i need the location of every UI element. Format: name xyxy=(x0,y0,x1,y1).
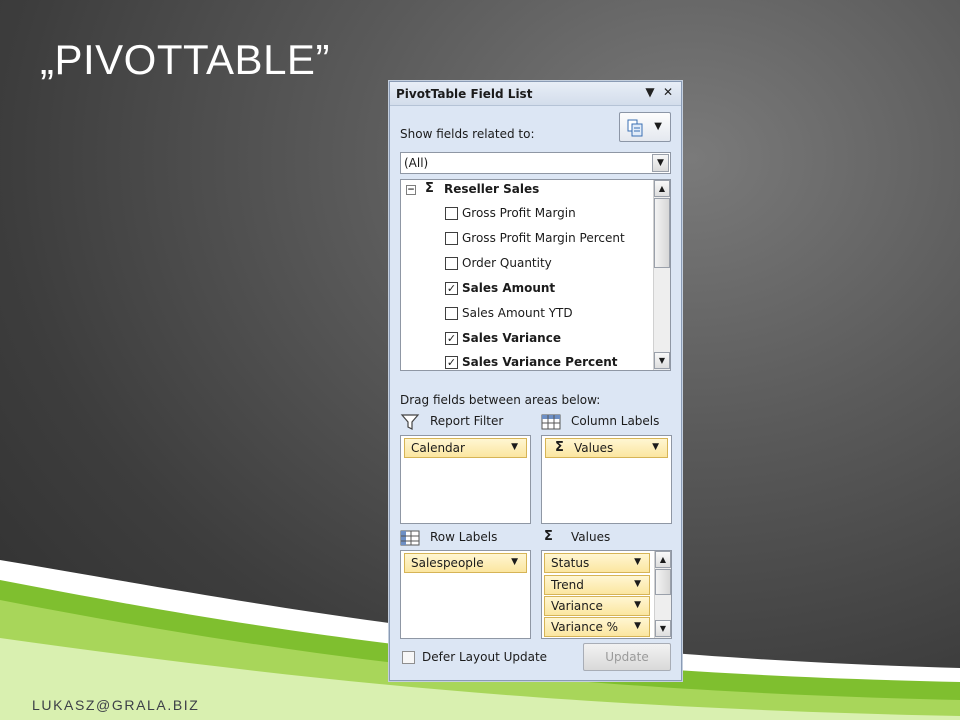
panel-menu-button[interactable]: ▼ xyxy=(642,85,658,99)
field-list-layout-icon xyxy=(627,119,643,137)
chevron-down-icon[interactable]: ▼ xyxy=(511,557,518,567)
values-heading: Σ Values xyxy=(541,529,671,547)
pill-variance-percent[interactable]: Variance % ▼ xyxy=(544,617,650,637)
field-label: Sales Variance Percent xyxy=(462,355,618,369)
pill-label: Calendar xyxy=(411,441,465,455)
chevron-down-icon: ▼ xyxy=(654,121,662,132)
values-area-scrollbar[interactable]: ▲ ▼ xyxy=(654,551,671,638)
tree-group-reseller-sales[interactable]: − Σ Reseller Sales xyxy=(401,180,653,202)
chevron-down-icon[interactable]: ▼ xyxy=(652,442,659,452)
pill-values[interactable]: Σ Values ▼ xyxy=(545,438,668,458)
pill-label: Trend xyxy=(551,578,584,592)
column-labels-area[interactable]: Σ Values ▼ xyxy=(541,435,672,524)
pill-calendar[interactable]: Calendar ▼ xyxy=(404,438,527,458)
row-grid-icon xyxy=(400,530,420,546)
tree-group-label: Reseller Sales xyxy=(444,182,540,196)
show-fields-select[interactable]: (All) ▼ xyxy=(400,152,671,174)
scroll-thumb[interactable] xyxy=(654,198,670,268)
show-fields-label: Show fields related to: xyxy=(400,127,535,141)
close-icon[interactable]: ✕ xyxy=(660,85,676,99)
field-label: Sales Amount xyxy=(462,281,556,295)
pill-label: Variance xyxy=(551,599,603,613)
chevron-down-icon[interactable]: ▼ xyxy=(652,154,669,172)
scroll-thumb[interactable] xyxy=(655,569,671,595)
pivottable-field-list-panel: PivotTable Field List ▼ ✕ Show fields re… xyxy=(389,81,682,681)
values-area[interactable]: Status ▼ Trend ▼ Variance ▼ Variance % ▼… xyxy=(541,550,672,639)
chevron-down-icon[interactable]: ▼ xyxy=(634,579,641,589)
chevron-down-icon[interactable]: ▼ xyxy=(511,442,518,452)
scroll-up-icon[interactable]: ▲ xyxy=(655,551,671,568)
pill-variance[interactable]: Variance ▼ xyxy=(544,596,650,616)
field-checkbox[interactable]: ✓ xyxy=(445,282,458,295)
pill-salespeople[interactable]: Salespeople ▼ xyxy=(404,553,527,573)
field-label: Gross Profit Margin xyxy=(462,206,576,220)
sigma-icon: Σ xyxy=(425,181,434,196)
field-tree-scrollbar[interactable]: ▲ ▼ xyxy=(653,180,670,370)
defer-layout-label: Defer Layout Update xyxy=(422,650,548,664)
column-labels-label: Column Labels xyxy=(571,414,660,428)
filter-icon xyxy=(400,414,420,430)
report-filter-area[interactable]: Calendar ▼ xyxy=(400,435,531,524)
row-labels-label: Row Labels xyxy=(430,530,498,544)
report-filter-heading: Report Filter xyxy=(400,413,530,431)
field-checkbox[interactable] xyxy=(445,232,458,245)
field-tree: − Σ Reseller Sales Gross Profit Margin G… xyxy=(400,179,671,371)
sigma-icon: Σ xyxy=(555,440,564,455)
row-labels-heading: Row Labels xyxy=(400,529,530,547)
panel-header: PivotTable Field List ▼ ✕ xyxy=(390,82,681,106)
footer-email: LUKASZ@GRALA.BIZ xyxy=(32,697,200,713)
field-checkbox[interactable] xyxy=(445,307,458,320)
pill-trend[interactable]: Trend ▼ xyxy=(544,575,650,595)
row-labels-area[interactable]: Salespeople ▼ xyxy=(400,550,531,639)
panel-title: PivotTable Field List xyxy=(396,87,533,101)
drag-fields-label: Drag fields between areas below: xyxy=(400,393,601,407)
report-filter-label: Report Filter xyxy=(430,414,504,428)
sigma-icon: Σ xyxy=(544,529,553,544)
field-checkbox[interactable] xyxy=(445,207,458,220)
scroll-down-icon[interactable]: ▼ xyxy=(655,620,671,637)
chevron-down-icon[interactable]: ▼ xyxy=(634,600,641,610)
column-grid-icon xyxy=(541,414,561,430)
show-fields-value: (All) xyxy=(404,156,429,170)
field-checkbox[interactable] xyxy=(445,257,458,270)
field-label: Sales Variance xyxy=(462,331,561,345)
chevron-down-icon[interactable]: ▼ xyxy=(634,621,641,631)
scroll-down-icon[interactable]: ▼ xyxy=(654,352,670,369)
pill-status[interactable]: Status ▼ xyxy=(544,553,650,573)
values-label: Values xyxy=(571,530,611,544)
field-label: Sales Amount YTD xyxy=(462,306,573,320)
defer-layout-checkbox[interactable] xyxy=(402,651,415,664)
field-label: Gross Profit Margin Percent xyxy=(462,231,625,245)
pill-label: Salespeople xyxy=(411,556,484,570)
pill-label: Status xyxy=(551,556,590,570)
slide-title: „PIVOTTABLE” xyxy=(40,36,330,83)
scroll-up-icon[interactable]: ▲ xyxy=(654,180,670,197)
field-label: Order Quantity xyxy=(462,256,552,270)
chevron-down-icon[interactable]: ▼ xyxy=(634,557,641,567)
field-checkbox[interactable]: ✓ xyxy=(445,356,458,369)
layout-options-button[interactable]: ▼ xyxy=(619,112,671,142)
pill-label: Values xyxy=(574,441,614,455)
column-labels-heading: Column Labels xyxy=(541,413,671,431)
pill-label: Variance % xyxy=(551,620,619,634)
update-button[interactable]: Update xyxy=(583,643,671,671)
field-checkbox[interactable]: ✓ xyxy=(445,332,458,345)
collapse-icon[interactable]: − xyxy=(406,185,416,195)
